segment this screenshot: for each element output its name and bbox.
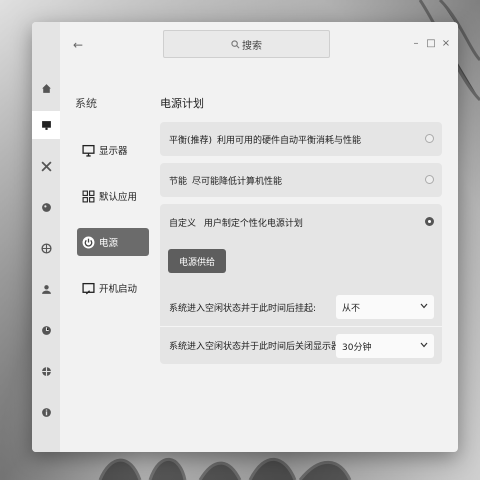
clock-icon[interactable] xyxy=(32,316,60,344)
display-off-dropdown[interactable]: 30分钟 xyxy=(336,334,434,358)
power-supply-button[interactable]: 电源供给 xyxy=(168,249,226,273)
home-icon[interactable] xyxy=(32,74,60,102)
chevron-down-icon xyxy=(420,303,428,309)
palette-icon[interactable] xyxy=(32,193,60,221)
plan-power-saver[interactable]: 节能 尽可能降低计算机性能 xyxy=(160,163,442,197)
startup-icon xyxy=(81,281,95,295)
nav-item-power[interactable]: 电源 xyxy=(77,228,149,256)
nav-item-label: 默认应用 xyxy=(99,192,138,203)
tools-icon[interactable] xyxy=(32,152,60,180)
plan-balanced[interactable]: 平衡(推荐) 利用可用的硬件自动平衡消耗与性能 xyxy=(160,122,442,156)
back-arrow-icon[interactable]: ← xyxy=(70,37,86,53)
power-icon xyxy=(81,235,95,249)
search-icon xyxy=(231,39,240,48)
user-icon[interactable] xyxy=(32,275,60,303)
minimize-button[interactable]: – xyxy=(410,37,422,51)
maximize-button[interactable]: □ xyxy=(425,37,437,51)
chevron-down-icon xyxy=(420,342,428,348)
setting-label: 系统进入空闲状态并于此时间后关闭显示器: xyxy=(169,342,344,352)
plan-radio-checked[interactable] xyxy=(425,217,434,226)
plan-custom: 自定义 用户制定个性化电源计划 电源供给 系统进入空闲状态并于此时间后挂起: 从… xyxy=(160,204,442,364)
setting-label: 系统进入空闲状态并于此时间后挂起: xyxy=(169,303,317,314)
nav-item-default-apps[interactable]: 默认应用 xyxy=(77,182,149,210)
nav-item-label: 电源 xyxy=(99,238,119,249)
display-off-setting-row: 系统进入空闲状态并于此时间后关闭显示器: 30分钟 xyxy=(160,326,442,364)
display-icon[interactable] xyxy=(32,111,60,139)
close-button[interactable]: × xyxy=(440,37,452,51)
nav-item-startup[interactable]: 开机启动 xyxy=(77,274,149,302)
search-input[interactable]: 搜索 xyxy=(163,30,330,58)
nav-item-label: 开机启动 xyxy=(99,284,138,295)
dropdown-value: 从不 xyxy=(342,303,361,314)
nav-item-display[interactable]: 显示器 xyxy=(77,136,149,164)
plan-radio[interactable] xyxy=(425,134,434,143)
category-rail xyxy=(32,22,60,452)
suspend-dropdown[interactable]: 从不 xyxy=(336,295,434,319)
page-title: 电源计划 xyxy=(160,97,204,110)
search-placeholder: 搜索 xyxy=(242,40,262,52)
settings-window: ← 搜索 – □ × 系统 显示器 默认应用 电源 开机启动 电源计划 平衡(推… xyxy=(32,22,458,452)
monitor-icon xyxy=(81,143,95,157)
nav-item-label: 显示器 xyxy=(99,146,128,157)
dropdown-value: 30分钟 xyxy=(342,342,372,353)
info-icon[interactable] xyxy=(32,398,60,426)
crosshair-icon[interactable] xyxy=(32,357,60,385)
plan-desc: 利用可用的硬件自动平衡消耗与性能 xyxy=(217,135,362,146)
suspend-setting-row: 系统进入空闲状态并于此时间后挂起: 从不 xyxy=(160,288,442,326)
plan-name: 自定义 xyxy=(169,219,197,229)
nav-title: 系统 xyxy=(75,97,97,110)
plan-desc: 尽可能降低计算机性能 xyxy=(192,176,283,187)
globe-icon[interactable] xyxy=(32,234,60,262)
plan-desc: 用户制定个性化电源计划 xyxy=(203,219,303,229)
apps-grid-icon xyxy=(81,189,95,203)
plan-custom-header[interactable]: 自定义 用户制定个性化电源计划 xyxy=(169,216,303,229)
plan-radio[interactable] xyxy=(425,175,434,184)
plan-name: 平衡(推荐) xyxy=(169,135,213,146)
plan-name: 节能 xyxy=(169,176,188,187)
